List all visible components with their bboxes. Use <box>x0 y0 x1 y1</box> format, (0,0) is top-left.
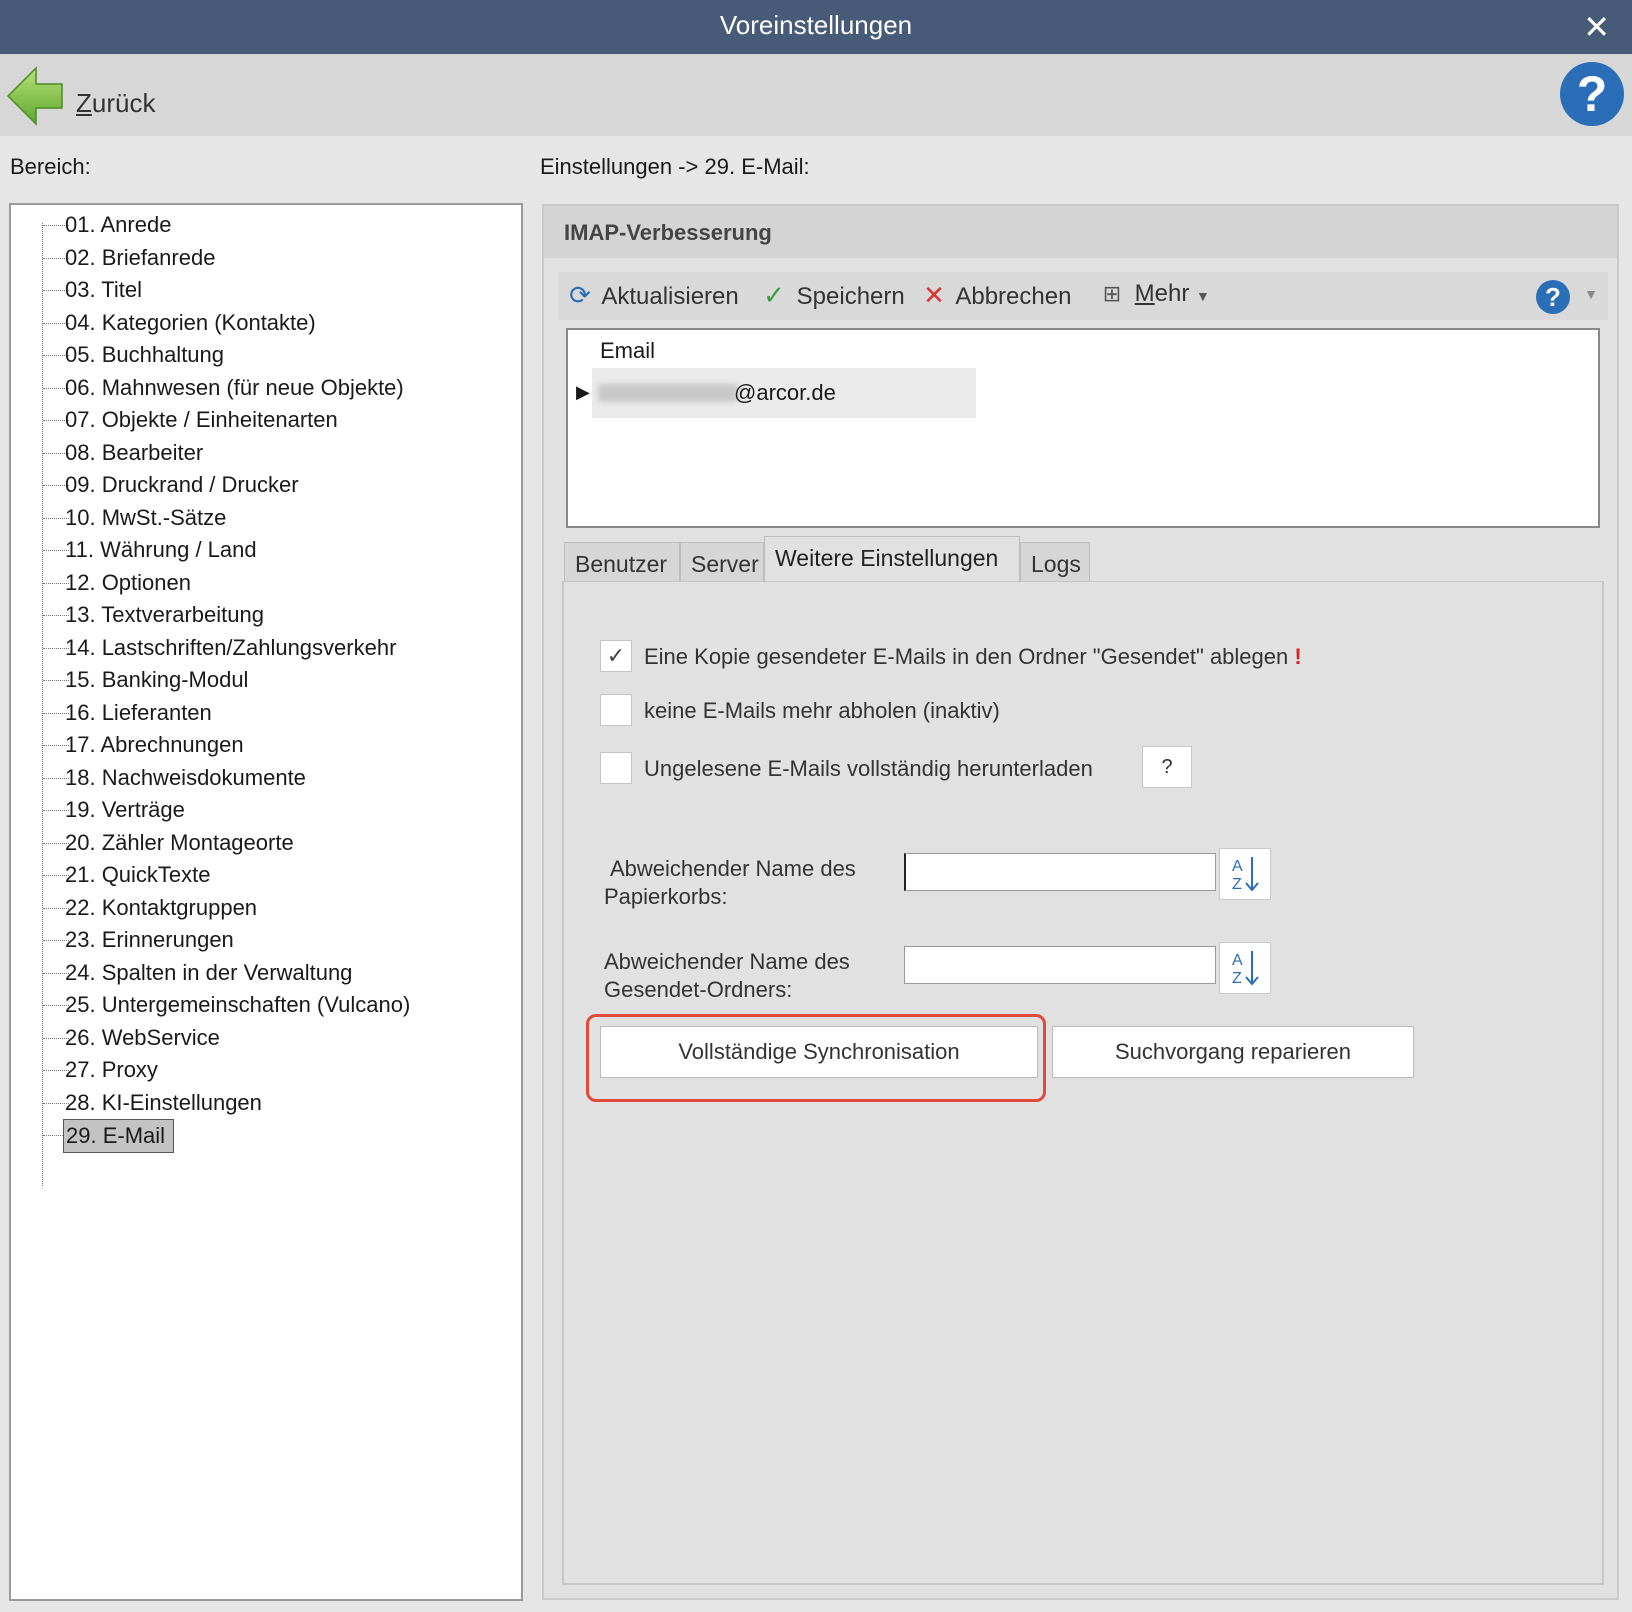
tree-item-label: 16. Lieferanten <box>65 699 212 725</box>
tree-item-label: 04. Kategorien (Kontakte) <box>65 309 316 335</box>
tree-item-label: 27. Proxy <box>65 1057 158 1082</box>
close-icon[interactable]: ✕ <box>1583 8 1610 46</box>
title-bar: Voreinstellungen ✕ <box>0 0 1632 54</box>
refresh-icon: ⟳ <box>569 280 591 310</box>
tree-item-label: 29. E-Mail <box>63 1119 175 1153</box>
back-label: Zurück <box>76 88 156 118</box>
more-label: Mehr <box>1134 280 1190 307</box>
dropdown-arrow-icon: ▼ <box>1196 288 1210 304</box>
tree-item-label: 25. Untergemeinschaften (Vulcano) <box>65 992 411 1017</box>
sort-az-icon: A Z <box>1232 857 1259 893</box>
tree-item-label: 18. Nachweisdokumente <box>65 764 306 790</box>
back-arrow-icon <box>6 66 63 126</box>
tree-item-label: 02. Briefanrede <box>65 244 216 270</box>
tree-item-label: 13. Textverarbeitung <box>65 602 264 627</box>
refresh-button[interactable]: ⟳ Aktualisieren <box>564 280 739 312</box>
svg-text:A: A <box>1232 952 1243 969</box>
top-bar: Zurück ? <box>0 54 1632 136</box>
breadcrumb: Einstellungen -> 29. E-Mail: <box>540 154 810 179</box>
tree-item-label: 19. Verträge <box>65 797 185 822</box>
tab-benutzer[interactable]: Benutzer <box>564 542 680 582</box>
tree-item-label: 11. Währung / Land <box>65 537 257 562</box>
copy-sent-checkbox[interactable]: ✓ <box>600 640 632 672</box>
window-title: Voreinstellungen <box>719 10 913 40</box>
no-fetch-checkbox[interactable] <box>600 694 632 726</box>
redacted-text <box>598 384 738 402</box>
repair-search-button[interactable]: Suchvorgang reparieren <box>1052 1026 1414 1078</box>
save-button[interactable]: ✓ Speichern <box>758 280 905 312</box>
check-icon: ✓ <box>763 280 785 310</box>
tree-item-label: 09. Druckrand / Drucker <box>65 472 299 497</box>
warning-mark: ! <box>1294 644 1302 669</box>
copy-sent-label: Eine Kopie gesendeter E-Mails in den Ord… <box>644 644 1289 669</box>
sent-name-input[interactable] <box>904 946 1216 984</box>
download-unread-checkbox[interactable] <box>600 752 632 784</box>
row-pointer-icon: ▶ <box>576 382 590 402</box>
tree-item-label: 07. Objekte / Einheitenarten <box>65 407 338 432</box>
no-fetch-label: keine E-Mails mehr abholen (inaktiv) <box>644 698 1000 723</box>
panel-header: IMAP-Verbesserung <box>544 206 1617 258</box>
tab-page: ✓ Eine Kopie gesendeter E-Mails in den O… <box>562 581 1604 1585</box>
back-button[interactable]: Zurück <box>6 62 186 128</box>
trash-sort-button[interactable]: A Z <box>1219 848 1271 900</box>
trash-name-input[interactable] <box>904 853 1216 891</box>
tab-logs[interactable]: Logs <box>1020 542 1090 582</box>
tree-item-label: 12. Optionen <box>65 569 191 595</box>
tree-layout-icon: ⊞ <box>1102 281 1122 306</box>
tree-item-label: 28. KI-Einstellungen <box>65 1089 262 1115</box>
cancel-x-icon: ✕ <box>923 280 945 310</box>
tree-item-label: 20. Zähler Montageorte <box>65 829 294 855</box>
sent-sort-button[interactable]: A Z <box>1219 942 1271 994</box>
sort-az-icon: A Z <box>1232 951 1259 987</box>
tree-item-label: 03. Titel <box>65 277 143 302</box>
tree-item-label: 17. Abrechnungen <box>65 732 244 757</box>
tree-item-label: 01. Anrede <box>65 212 172 237</box>
tree-connector-line <box>42 223 43 1186</box>
help-icon[interactable]: ? <box>1560 62 1624 126</box>
tree-item-label: 22. Kontaktgruppen <box>65 894 258 920</box>
tree-item-label: 15. Banking-Modul <box>65 667 249 692</box>
area-label: Bereich: <box>10 154 91 179</box>
svg-text:Z: Z <box>1232 970 1242 987</box>
tab-weitere-einstellungen[interactable]: Weitere Einstellungen <box>764 536 1020 583</box>
panel-title: IMAP-Verbesserung <box>564 220 772 245</box>
full-sync-button[interactable]: Vollständige Synchronisation <box>600 1026 1038 1078</box>
table-row[interactable]: ▶ @arcor.de <box>576 368 976 418</box>
cancel-button[interactable]: ✕ Abbrechen <box>918 280 1071 312</box>
refresh-label: Aktualisieren <box>601 283 739 310</box>
download-unread-help-button[interactable]: ? <box>1142 746 1192 788</box>
tree-item-label: 24. Spalten in der Verwaltung <box>65 959 353 985</box>
cancel-label: Abbrechen <box>955 283 1072 310</box>
tree-item-label: 05. Buchhaltung <box>65 342 225 367</box>
more-menu-button[interactable]: ⊞ Mehr ▼ <box>1096 280 1210 312</box>
tree-item-label: 14. Lastschriften/Zahlungsverkehr <box>65 634 397 660</box>
tree-item-label: 06. Mahnwesen (für neue Objekte) <box>65 374 404 400</box>
save-label: Speichern <box>796 283 905 310</box>
settings-panel: IMAP-Verbesserung ⟳ Aktualisieren ✓ Spei… <box>542 204 1619 1600</box>
email-cell: @arcor.de <box>734 380 836 405</box>
tree-item-label: 21. QuickTexte <box>65 862 211 887</box>
trash-name-label: Abweichender Name des Papierkorbs: <box>604 856 856 909</box>
tree-item-label: 08. Bearbeiter <box>65 439 204 465</box>
download-unread-label: Ungelesene E-Mails vollständig herunterl… <box>644 756 1093 781</box>
chevron-down-icon[interactable]: ▼ <box>1584 286 1598 302</box>
tree-item-label: 23. Erinnerungen <box>65 927 234 952</box>
email-grid[interactable]: Email ▶ @arcor.de <box>566 328 1600 528</box>
sent-name-label: Abweichender Name des Gesendet-Ordners: <box>604 949 850 1002</box>
svg-text:Z: Z <box>1232 876 1242 893</box>
column-header-email[interactable]: Email <box>600 338 655 364</box>
grid-help-icon[interactable]: ? <box>1536 280 1570 314</box>
svg-text:A: A <box>1232 858 1243 875</box>
tree-item-label: 26. WebService <box>65 1024 220 1050</box>
tab-server[interactable]: Server <box>680 542 764 582</box>
grid-toolbar: ⟳ Aktualisieren ✓ Speichern ✕ Abbrechen … <box>558 272 1608 320</box>
tree-item-label: 10. MwSt.-Sätze <box>65 504 227 530</box>
settings-tree[interactable]: 01. Anrede 02. Briefanrede 03. Titel 04. Ka… <box>9 203 523 1601</box>
